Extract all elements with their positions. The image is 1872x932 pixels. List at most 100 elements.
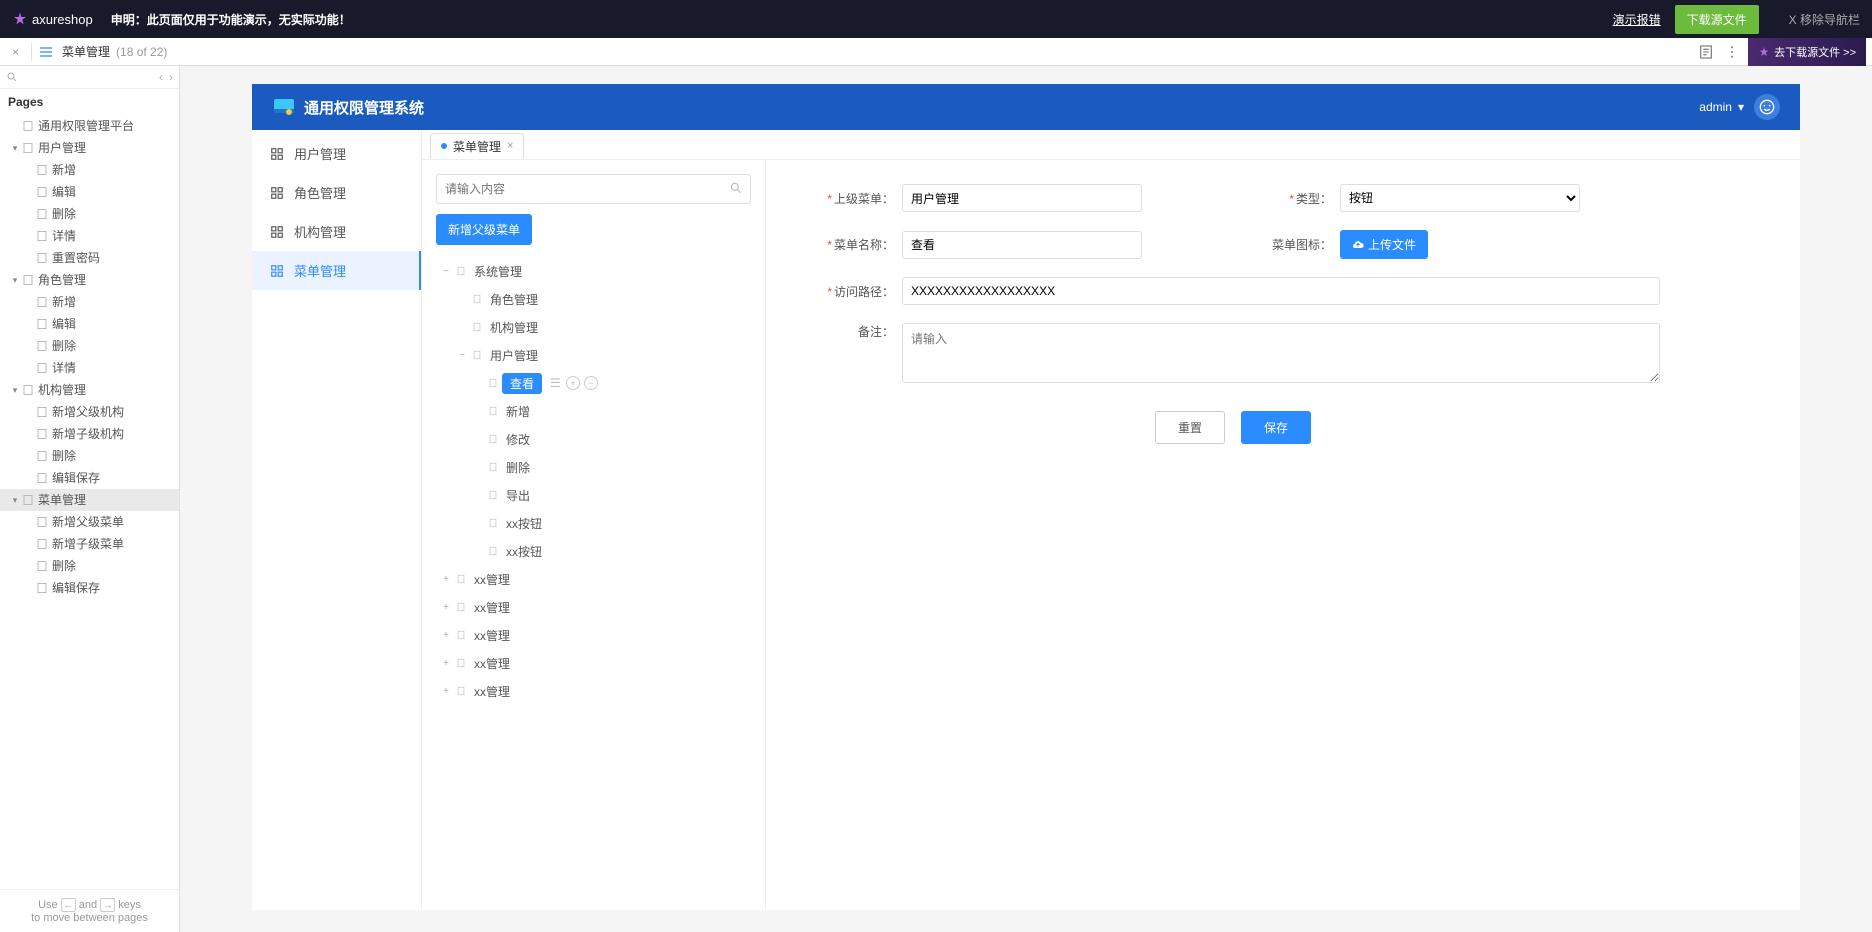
avatar[interactable] bbox=[1754, 94, 1780, 120]
app-title: 通用权限管理系统 bbox=[304, 97, 424, 118]
page-title: 菜单管理 bbox=[62, 43, 110, 60]
expand-icon[interactable]: + bbox=[440, 630, 452, 641]
expand-icon[interactable]: + bbox=[440, 574, 452, 585]
sidenav-item[interactable]: 菜单管理 bbox=[252, 251, 421, 290]
page-tree-item[interactable]: 通用权限管理平台 bbox=[0, 115, 179, 137]
page-tree-item[interactable]: ▾ 用户管理 bbox=[0, 137, 179, 159]
right-key-icon: → bbox=[100, 898, 115, 912]
tab-close-icon[interactable]: × bbox=[507, 140, 513, 152]
cloud-upload-icon bbox=[1352, 239, 1364, 251]
doc-icon bbox=[456, 266, 466, 276]
menu-tree-label: 用户管理 bbox=[486, 345, 542, 366]
menu-tree-node[interactable]: 导出 bbox=[436, 481, 751, 509]
menu-tree-node[interactable]: 新增 bbox=[436, 397, 751, 425]
expand-icon[interactable]: − bbox=[440, 266, 452, 277]
page-tree-item[interactable]: 编辑 bbox=[0, 313, 179, 335]
page-tree-item[interactable]: 新增父级菜单 bbox=[0, 511, 179, 533]
search-icon[interactable] bbox=[729, 181, 743, 195]
page-tree-item[interactable]: 新增子级机构 bbox=[0, 423, 179, 445]
menu-tree-node[interactable]: 查看☰+− bbox=[436, 369, 751, 397]
page-icon bbox=[36, 406, 48, 418]
page-tree-item[interactable]: 编辑保存 bbox=[0, 467, 179, 489]
doc-icon bbox=[488, 518, 498, 528]
page-tree-item[interactable]: 编辑 bbox=[0, 181, 179, 203]
menu-tree-node[interactable]: +xx管理 bbox=[436, 565, 751, 593]
expand-icon[interactable]: − bbox=[456, 350, 468, 361]
page-tree-item[interactable]: 新增子级菜单 bbox=[0, 533, 179, 555]
add-icon[interactable]: + bbox=[566, 376, 580, 390]
workarea: 菜单管理 × bbox=[422, 130, 1800, 910]
sidenav-item[interactable]: 机构管理 bbox=[252, 212, 421, 251]
more-icon[interactable] bbox=[1724, 44, 1740, 60]
page-tree-item[interactable]: 删除 bbox=[0, 445, 179, 467]
user-menu[interactable]: admin ▾ bbox=[1699, 100, 1744, 114]
page-icon bbox=[36, 472, 48, 484]
next-page-icon[interactable]: › bbox=[169, 70, 173, 84]
page-tree-item[interactable]: ▾机构管理 bbox=[0, 379, 179, 401]
page-tree-item[interactable]: 删除 bbox=[0, 335, 179, 357]
menu-icon[interactable] bbox=[38, 44, 54, 60]
save-button[interactable]: 保存 bbox=[1241, 411, 1311, 444]
page-tree-item[interactable]: ▾角色管理 bbox=[0, 269, 179, 291]
expand-icon[interactable]: + bbox=[440, 658, 452, 669]
menu-name-input[interactable] bbox=[902, 231, 1142, 259]
page-icon bbox=[22, 274, 34, 286]
page-tree-item[interactable]: 新增 bbox=[0, 291, 179, 313]
type-select[interactable]: 按钮 bbox=[1340, 184, 1580, 212]
menu-tree-node[interactable]: xx按钮 bbox=[436, 509, 751, 537]
page-tree-item[interactable]: 编辑保存 bbox=[0, 577, 179, 599]
remark-textarea[interactable] bbox=[902, 323, 1660, 383]
divider bbox=[31, 43, 32, 61]
menu-tree-node[interactable]: +xx管理 bbox=[436, 621, 751, 649]
menu-tree-node[interactable]: +xx管理 bbox=[436, 677, 751, 705]
search-icon[interactable] bbox=[6, 71, 18, 83]
pages-footer: Use ← and → keys to move between pages bbox=[0, 889, 179, 932]
page-tree-label: 角色管理 bbox=[38, 269, 86, 291]
download-source-button[interactable]: 下载源文件 bbox=[1675, 5, 1759, 34]
menu-tree-node[interactable]: 角色管理 bbox=[436, 285, 751, 313]
menu-tree-node[interactable]: +xx管理 bbox=[436, 593, 751, 621]
menu-tree-node[interactable]: +xx管理 bbox=[436, 649, 751, 677]
upload-button[interactable]: 上传文件 bbox=[1340, 230, 1428, 259]
expand-icon[interactable]: + bbox=[440, 602, 452, 613]
page-tree-item[interactable]: 新增 bbox=[0, 159, 179, 181]
parent-menu-input[interactable] bbox=[902, 184, 1142, 212]
menu-tree-node[interactable]: −系统管理 bbox=[436, 257, 751, 285]
new-parent-menu-button[interactable]: 新增父级菜单 bbox=[436, 214, 532, 245]
sidenav-item[interactable]: 用户管理 bbox=[252, 134, 421, 173]
tab-menu-management[interactable]: 菜单管理 × bbox=[430, 133, 524, 159]
page-icon bbox=[36, 428, 48, 440]
menu-tree-label: 修改 bbox=[502, 429, 534, 450]
caret-icon: ▾ bbox=[10, 137, 20, 159]
sidenav-item[interactable]: 角色管理 bbox=[252, 173, 421, 212]
menu-tree-node[interactable]: 删除 bbox=[436, 453, 751, 481]
caret-icon: ▾ bbox=[10, 379, 20, 401]
page-tree-item[interactable]: 详情 bbox=[0, 357, 179, 379]
page-tree-item[interactable]: 详情 bbox=[0, 225, 179, 247]
page-tree-label: 编辑保存 bbox=[52, 577, 100, 599]
remove-icon[interactable]: − bbox=[584, 376, 598, 390]
prev-page-icon[interactable]: ‹ bbox=[159, 70, 163, 84]
page-tree-item[interactable]: 删除 bbox=[0, 555, 179, 577]
path-input[interactable] bbox=[902, 277, 1660, 305]
tree-search-input[interactable] bbox=[436, 174, 751, 204]
page-tree-item[interactable]: 新增父级机构 bbox=[0, 401, 179, 423]
report-link[interactable]: 演示报错 bbox=[1613, 11, 1661, 28]
drag-icon[interactable]: ☰ bbox=[550, 376, 562, 390]
menu-tree-node[interactable]: − 用户管理 bbox=[436, 341, 751, 369]
reset-button[interactable]: 重置 bbox=[1155, 411, 1225, 444]
brand-logo[interactable]: axureshop bbox=[12, 11, 93, 27]
menu-tree-node[interactable]: 修改 bbox=[436, 425, 751, 453]
page-tree-item[interactable]: 删除 bbox=[0, 203, 179, 225]
sidenav-label: 机构管理 bbox=[294, 222, 346, 241]
page-tree-item[interactable]: 重置密码 bbox=[0, 247, 179, 269]
note-icon[interactable] bbox=[1698, 44, 1714, 60]
menu-tree-node[interactable]: xx按钮 bbox=[436, 537, 751, 565]
menu-tree-node[interactable]: 机构管理 bbox=[436, 313, 751, 341]
page-tree-label: 用户管理 bbox=[38, 137, 86, 159]
page-tree-item[interactable]: ▾菜单管理 bbox=[0, 489, 179, 511]
expand-icon[interactable]: + bbox=[440, 686, 452, 697]
close-icon[interactable]: × bbox=[6, 45, 25, 59]
remove-nav-link[interactable]: X 移除导航栏 bbox=[1789, 11, 1860, 28]
go-download-button[interactable]: 去下载源文件 >> bbox=[1748, 38, 1866, 66]
